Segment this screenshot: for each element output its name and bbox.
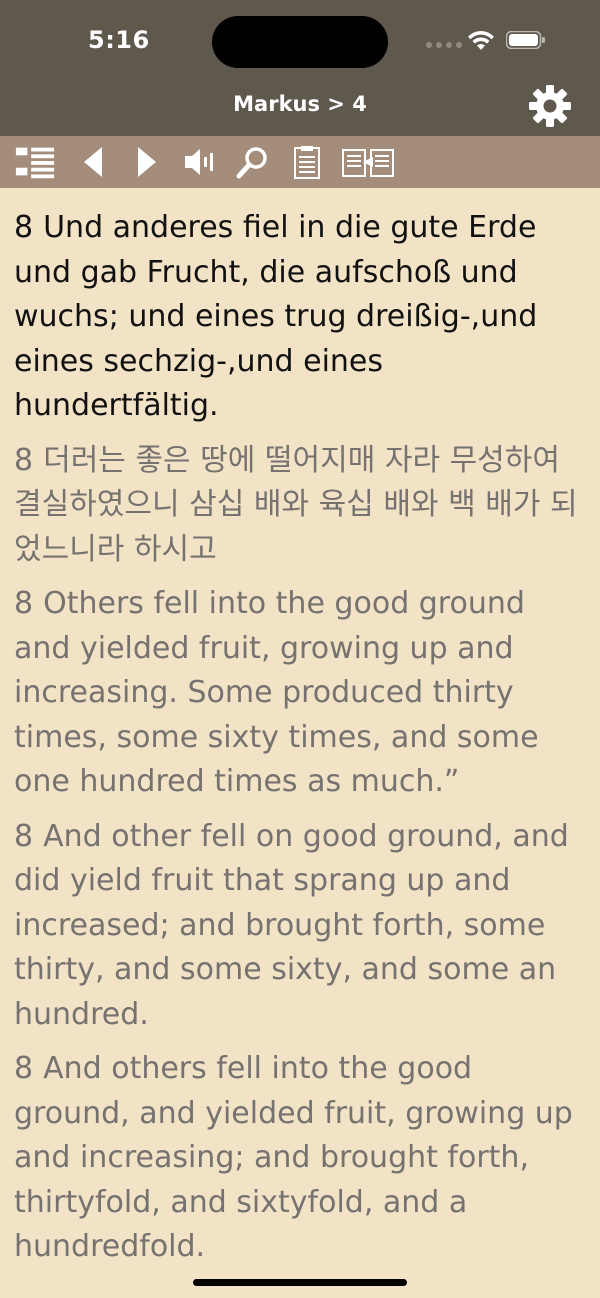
verse-number: 8 bbox=[14, 210, 34, 245]
verse-number: 8 bbox=[14, 818, 34, 854]
previous-icon bbox=[84, 147, 102, 177]
battery-icon bbox=[506, 31, 545, 49]
verse-number: 8 bbox=[14, 1051, 34, 1086]
verse-english-1[interactable]: 8 Others fell into the good ground and yi… bbox=[14, 582, 590, 805]
cellular-signal-icon bbox=[426, 42, 462, 48]
dynamic-island bbox=[212, 16, 388, 68]
verse-number: 8 bbox=[14, 586, 34, 621]
list-icon bbox=[15, 147, 55, 179]
list-button[interactable] bbox=[14, 142, 56, 182]
previous-chapter-button[interactable] bbox=[72, 142, 114, 182]
verse-text: Und anderes fiel in die gute Erde und ga… bbox=[14, 210, 538, 423]
verse-text: 더러는 좋은 땅에 떨어지매 자라 무성하여 결실하였으니 삼십 배와 육십 배… bbox=[14, 442, 578, 567]
notes-icon bbox=[294, 146, 320, 179]
verse-text: And other fell on good ground, and did y… bbox=[14, 818, 569, 1032]
top-bar: 5:16 Markus > 4 bbox=[0, 0, 600, 136]
search-button[interactable] bbox=[232, 142, 274, 182]
verse-korean[interactable]: 8 더러는 좋은 땅에 떨어지매 자라 무성하여 결실하였으니 삼십 배와 육십 … bbox=[14, 439, 590, 573]
speaker-icon bbox=[185, 149, 213, 175]
compare-icon bbox=[342, 149, 394, 177]
search-icon bbox=[236, 147, 267, 179]
page-title: Markus > 4 bbox=[233, 92, 367, 116]
verse-content: 8 Und anderes fiel in die gute Erde und g… bbox=[14, 206, 590, 1280]
verse-text: Others fell into the good ground and yie… bbox=[14, 586, 539, 799]
verse-text: And others fell into the good ground, an… bbox=[14, 1051, 573, 1264]
verse-german[interactable]: 8 Und anderes fiel in die gute Erde und g… bbox=[14, 206, 590, 429]
home-indicator bbox=[193, 1279, 407, 1286]
verse-english-2[interactable]: 8 And other fell on good ground, and did … bbox=[14, 815, 590, 1038]
gear-icon[interactable] bbox=[526, 82, 574, 130]
toolbar bbox=[0, 136, 600, 188]
status-time: 5:16 bbox=[88, 26, 150, 54]
wifi-icon bbox=[468, 31, 494, 50]
notes-button[interactable] bbox=[286, 142, 328, 182]
next-chapter-button[interactable] bbox=[126, 142, 168, 182]
compare-button[interactable] bbox=[340, 142, 396, 182]
verse-english-3[interactable]: 8 And others fell into the good ground, a… bbox=[14, 1047, 590, 1270]
next-icon bbox=[138, 147, 156, 177]
verse-number: 8 bbox=[14, 442, 34, 478]
audio-button[interactable] bbox=[178, 142, 220, 182]
